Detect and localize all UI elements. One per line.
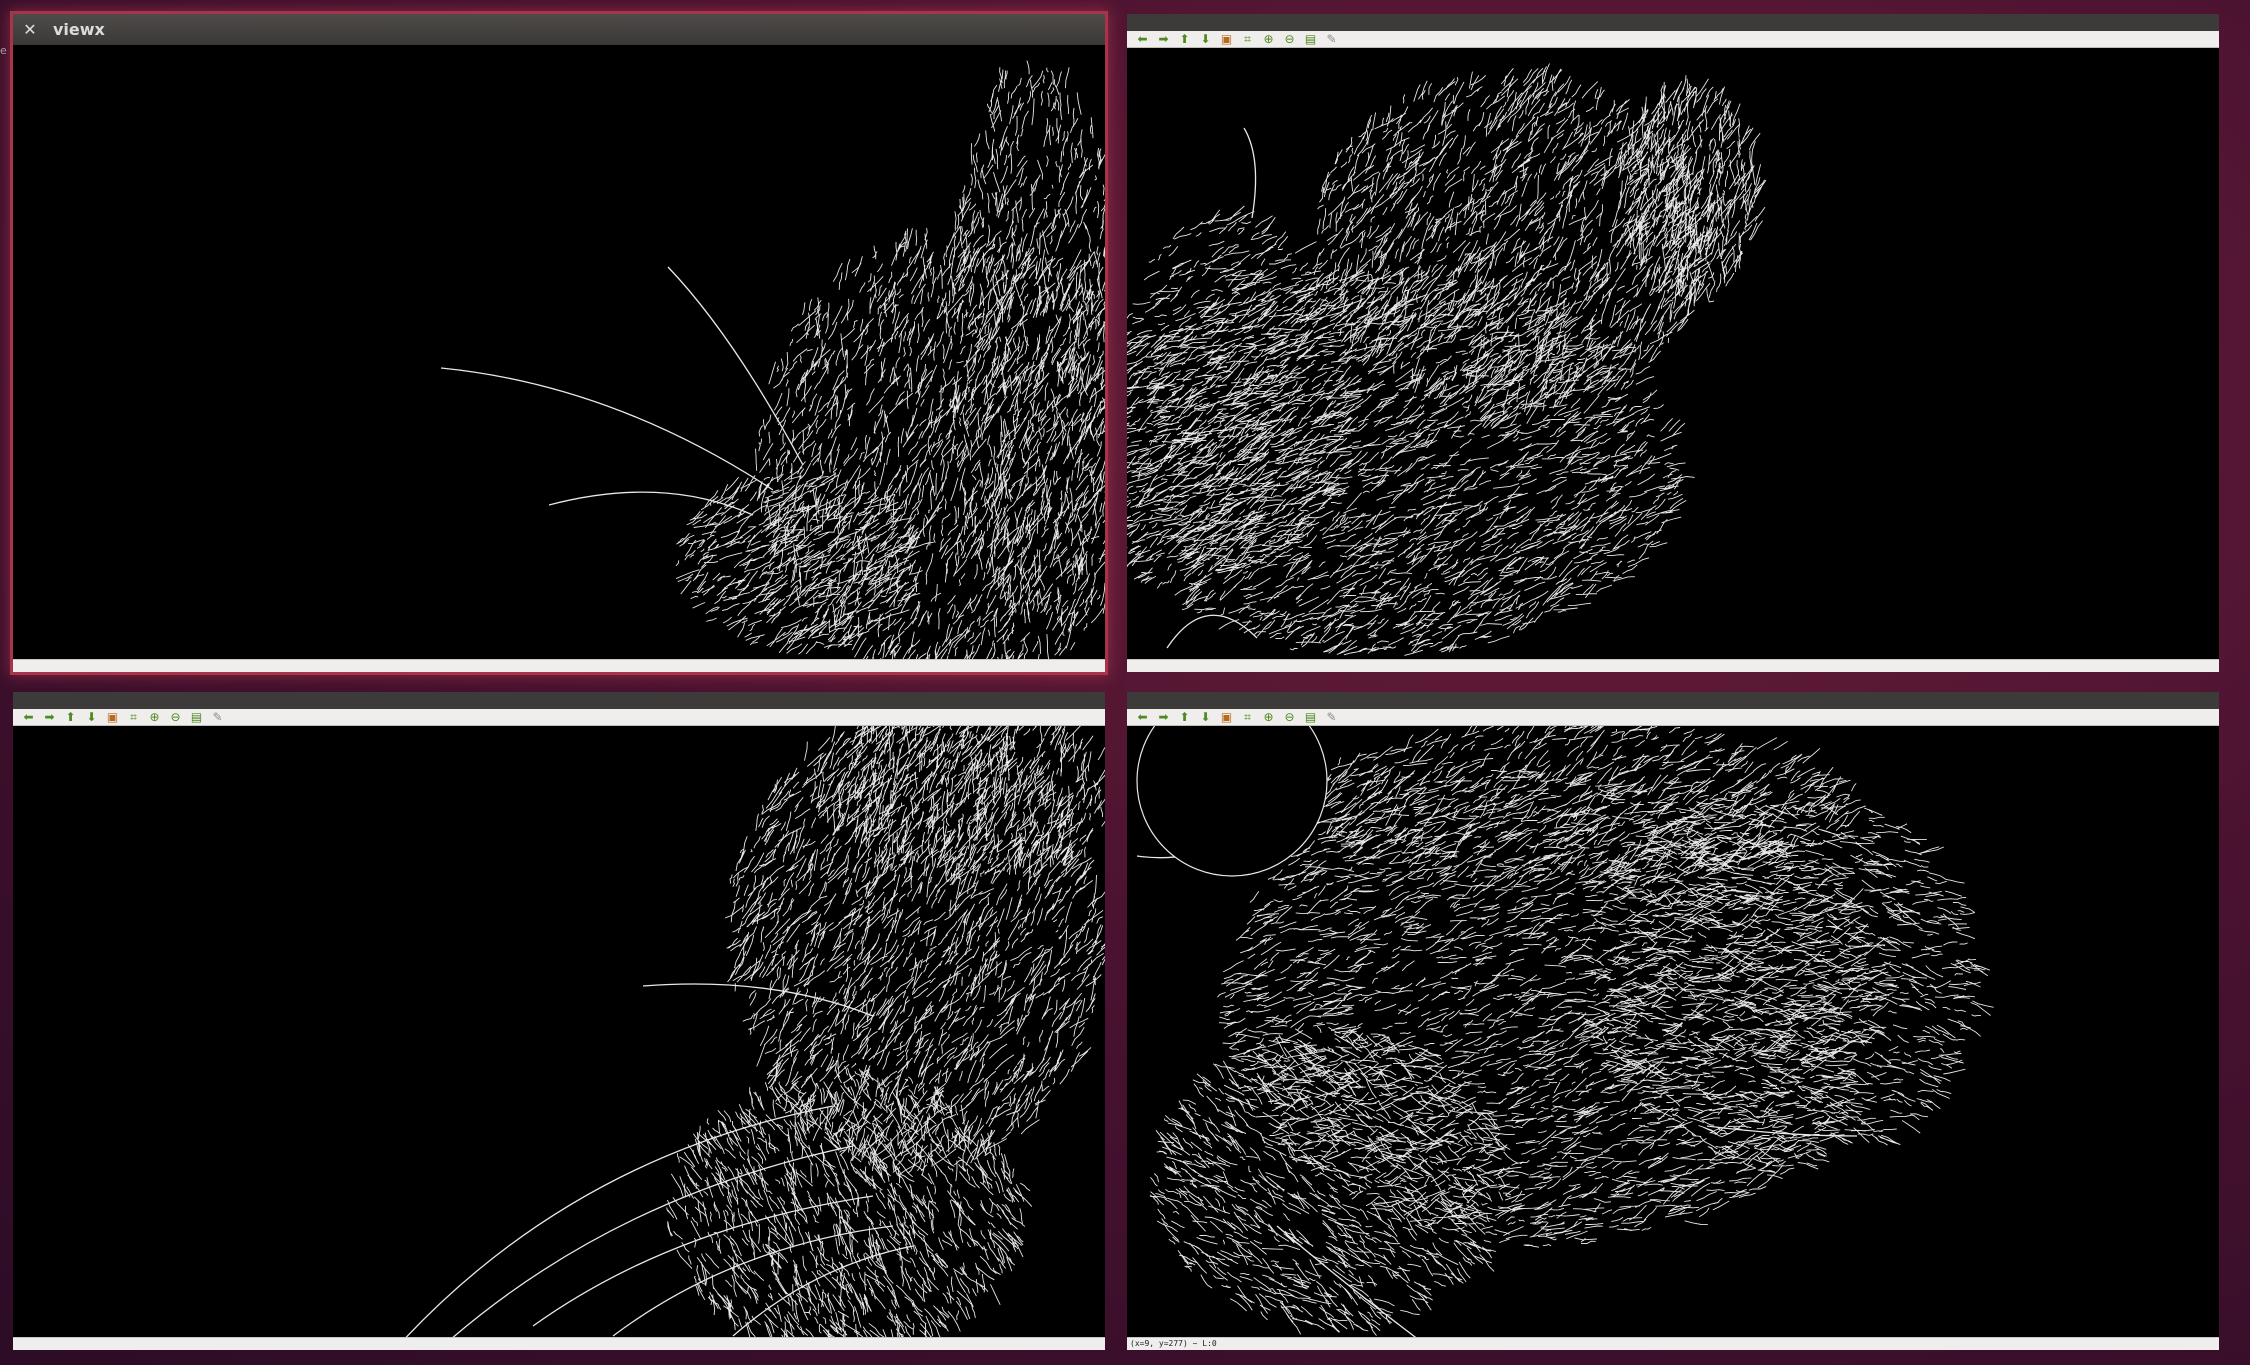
up-arrow-icon[interactable]: ⬆ [1175, 31, 1194, 47]
zoom-region-icon[interactable]: ⌗ [1238, 709, 1257, 725]
viewer-window-bottom-left[interactable]: ⬅ ➡ ⬆ ⬇ ▣ ⌗ ⊕ ⊖ ▤ ✎ [13, 692, 1105, 1350]
viewer-window-top-left[interactable]: ✕ viewx [13, 14, 1105, 672]
save-icon[interactable]: ▤ [187, 709, 206, 725]
up-arrow-icon[interactable]: ⬆ [61, 709, 80, 725]
fur-edges [1127, 63, 1767, 656]
title-bar[interactable] [1127, 14, 2219, 31]
forward-arrow-icon[interactable]: ➡ [1154, 31, 1173, 47]
edge-image [1136, 726, 1994, 1338]
settings-icon[interactable]: ✎ [208, 709, 227, 725]
whisker-edge [404, 1105, 834, 1338]
settings-icon[interactable]: ✎ [1322, 31, 1341, 47]
edge-image-canvas[interactable] [1127, 726, 2219, 1338]
zoom-in-icon[interactable]: ⊕ [145, 709, 164, 725]
zoom-out-icon[interactable]: ⊖ [166, 709, 185, 725]
settings-icon[interactable]: ✎ [1322, 709, 1341, 725]
back-arrow-icon[interactable]: ⬅ [1133, 709, 1152, 725]
save-icon[interactable]: ▤ [1301, 709, 1320, 725]
whisker-edge [440, 367, 774, 491]
zoom-in-icon[interactable]: ⊕ [1259, 31, 1278, 47]
edge-image-canvas[interactable] [13, 45, 1105, 660]
background-window-peek: e [0, 44, 7, 57]
status-bar: (x=9, y=277) ~ L:0 [1127, 1337, 2219, 1350]
zoom-out-icon[interactable]: ⊖ [1280, 709, 1299, 725]
zoom-out-icon[interactable]: ⊖ [1280, 31, 1299, 47]
image-icon[interactable]: ▣ [1217, 709, 1236, 725]
zoom-in-icon[interactable]: ⊕ [1259, 709, 1278, 725]
whisker-edge [1243, 127, 1257, 219]
title-bar[interactable]: ✕ viewx [13, 14, 1105, 45]
forward-arrow-icon[interactable]: ➡ [40, 709, 59, 725]
edge-image [440, 60, 1105, 660]
zoom-region-icon[interactable]: ⌗ [124, 709, 143, 725]
fur-edges [666, 726, 1105, 1338]
down-arrow-icon[interactable]: ⬇ [1196, 709, 1215, 725]
image-icon[interactable]: ▣ [103, 709, 122, 725]
up-arrow-icon[interactable]: ⬆ [1175, 709, 1194, 725]
back-arrow-icon[interactable]: ⬅ [19, 709, 38, 725]
edge-image-canvas[interactable] [13, 726, 1105, 1338]
status-bar [13, 1337, 1105, 1350]
status-bar [13, 659, 1105, 672]
back-arrow-icon[interactable]: ⬅ [1133, 31, 1152, 47]
zoom-region-icon[interactable]: ⌗ [1238, 31, 1257, 47]
save-icon[interactable]: ▤ [1301, 31, 1320, 47]
window-title: viewx [53, 20, 105, 39]
edge-image [404, 726, 1105, 1338]
toolbar: ⬅ ➡ ⬆ ⬇ ▣ ⌗ ⊕ ⊖ ▤ ✎ [1127, 31, 2219, 48]
whisker-edge [1166, 614, 1258, 649]
down-arrow-icon[interactable]: ⬇ [82, 709, 101, 725]
title-bar[interactable] [13, 692, 1105, 709]
image-icon[interactable]: ▣ [1217, 31, 1236, 47]
viewer-window-top-right[interactable]: ⬅ ➡ ⬆ ⬇ ▣ ⌗ ⊕ ⊖ ▤ ✎ [1127, 14, 2219, 672]
title-bar[interactable] [1127, 692, 2219, 709]
toolbar: ⬅ ➡ ⬆ ⬇ ▣ ⌗ ⊕ ⊖ ▤ ✎ [1127, 709, 2219, 726]
toolbar: ⬅ ➡ ⬆ ⬇ ▣ ⌗ ⊕ ⊖ ▤ ✎ [13, 709, 1105, 726]
status-bar [1127, 659, 2219, 672]
edge-image-canvas[interactable] [1127, 48, 2219, 660]
viewer-window-bottom-right[interactable]: ⬅ ➡ ⬆ ⬇ ▣ ⌗ ⊕ ⊖ ▤ ✎ (x=9, y=277) ~ L:0 [1127, 692, 2219, 1350]
down-arrow-icon[interactable]: ⬇ [1196, 31, 1215, 47]
close-button[interactable]: ✕ [13, 20, 47, 39]
forward-arrow-icon[interactable]: ➡ [1154, 709, 1173, 725]
edge-image [1127, 63, 1767, 656]
eye-edge [1136, 726, 1328, 877]
